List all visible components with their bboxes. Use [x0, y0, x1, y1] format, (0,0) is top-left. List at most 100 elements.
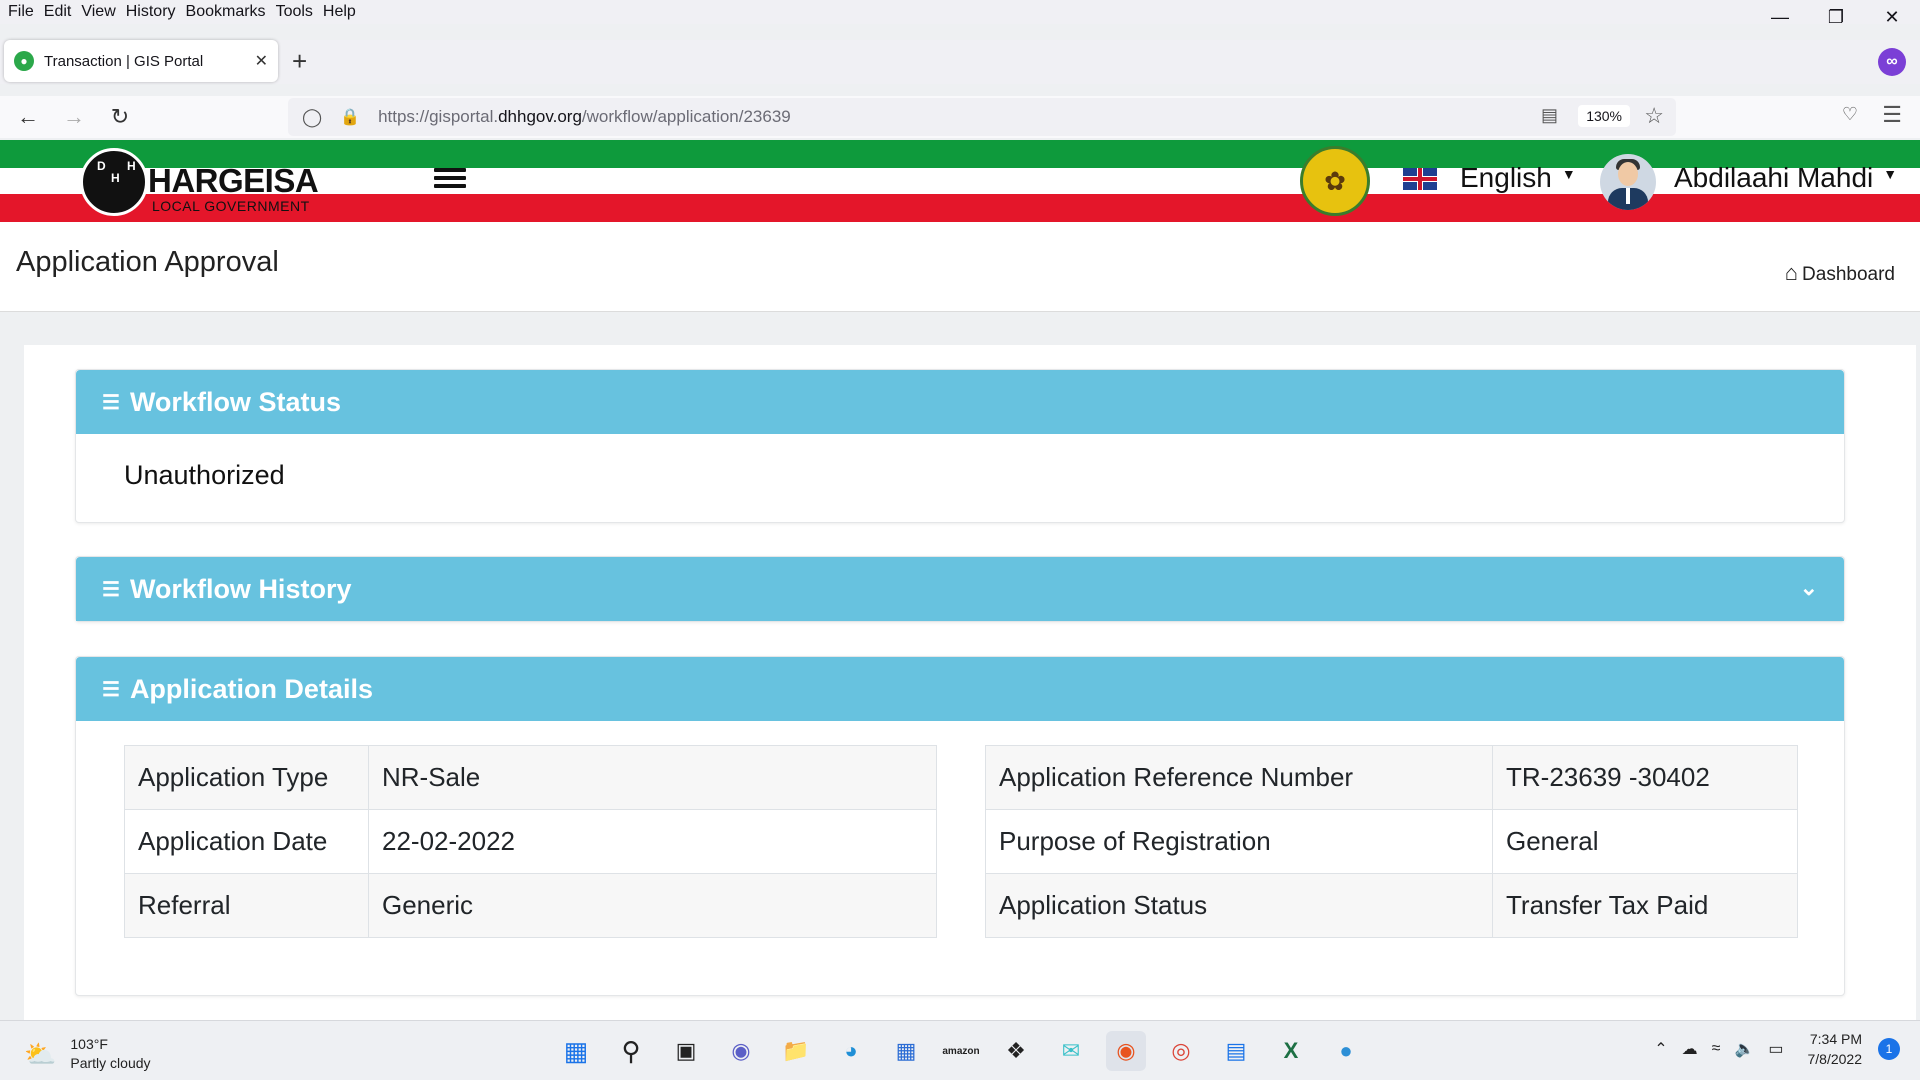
wifi-icon[interactable]: ≈ [1712, 1040, 1721, 1058]
reader-view-icon[interactable]: ▤ [1541, 105, 1558, 126]
workflow-status-header: ☰ Workflow Status [76, 370, 1844, 434]
table-row: Purpose of Registration General [985, 809, 1798, 874]
list-icon: ☰ [102, 391, 120, 414]
excel-icon[interactable]: X [1271, 1031, 1311, 1071]
file-explorer-icon[interactable]: 📁 [776, 1031, 816, 1071]
user-name: Abdilaahi Mahdi [1674, 162, 1874, 193]
detail-label: Application Status [985, 873, 1493, 938]
bookmark-star-icon[interactable]: ☆ [1644, 103, 1664, 129]
detail-label: Purpose of Registration [985, 809, 1493, 874]
browser-menu-icon[interactable]: ☰ [1882, 102, 1902, 128]
list-icon: ☰ [102, 678, 120, 701]
chat-icon[interactable]: ◉ [721, 1031, 761, 1071]
menu-history[interactable]: History [126, 3, 176, 21]
volume-icon[interactable]: 🔈 [1734, 1039, 1754, 1059]
shield-icon[interactable]: ◯ [302, 107, 322, 128]
mail-icon[interactable]: ✉ [1051, 1031, 1091, 1071]
url-host: dhhgov.org [498, 107, 582, 126]
workflow-status-card: ☰ Workflow Status Unauthorized [75, 369, 1845, 523]
detail-value: NR-Sale [368, 745, 937, 810]
store-icon[interactable]: ▦ [886, 1031, 926, 1071]
close-window-icon[interactable]: ✕ [1864, 0, 1920, 34]
notepad-icon[interactable]: ▤ [1216, 1031, 1256, 1071]
partly-cloudy-icon: ⛅ [24, 1038, 57, 1069]
site-header: D H H HARGEISA LOCAL GOVERNMENT ✿ Englis… [0, 140, 1920, 222]
detail-label: Application Type [124, 745, 369, 810]
caret-down-icon: ▼ [1561, 166, 1576, 182]
address-bar[interactable]: ◯ 🔒 https://gisportal. dhhgov.org/workflo… [288, 98, 1676, 136]
globe-app-icon[interactable]: ● [1326, 1031, 1366, 1071]
reload-icon[interactable]: ↻ [102, 99, 138, 135]
system-tray: ⌃ ☁ ≈ 🔈 ▭ 7:34 PM 7/8/2022 1 [1640, 1029, 1900, 1069]
lock-icon[interactable]: 🔒 [340, 107, 360, 127]
amazon-icon[interactable]: amazon [941, 1031, 981, 1071]
menu-bookmarks[interactable]: Bookmarks [186, 3, 266, 21]
detail-value: Transfer Tax Paid [1492, 873, 1798, 938]
chrome-icon[interactable]: ◎ [1161, 1031, 1201, 1071]
restore-icon[interactable]: ❐ [1808, 0, 1864, 34]
main-content: ☰ Workflow Status Unauthorized ☰ Workflo… [24, 345, 1916, 1025]
table-row: Application Type NR-Sale [124, 745, 937, 810]
task-view-icon[interactable]: ▣ [666, 1031, 706, 1071]
details-table-right: Application Reference Number TR-23639 -3… [985, 745, 1798, 938]
pocket-icon[interactable]: ♡ [1842, 104, 1858, 125]
back-icon[interactable]: ← [10, 99, 46, 135]
logo-name: HARGEISA [148, 162, 319, 199]
close-tab-icon[interactable]: ✕ [255, 51, 268, 71]
government-seal-icon: ✿ [1300, 146, 1370, 216]
logo-emblem-icon: D H H [80, 148, 148, 216]
notification-badge[interactable]: 1 [1878, 1038, 1900, 1060]
weather-widget[interactable]: ⛅ 103°F Partly cloudy [24, 1035, 151, 1073]
workflow-history-header[interactable]: ☰ Workflow History ⌄ [76, 557, 1844, 621]
clock-date: 7/8/2022 [1807, 1051, 1863, 1067]
page-header: Application Approval ⌂ Dashboard [0, 222, 1920, 312]
workflow-status-value: Unauthorized [124, 460, 285, 490]
avatar[interactable] [1600, 154, 1656, 210]
clock[interactable]: 7:34 PM 7/8/2022 [1808, 1029, 1863, 1069]
user-menu[interactable]: Abdilaahi Mahdi ▼ [1674, 162, 1897, 194]
menu-view[interactable]: View [81, 3, 115, 21]
breadcrumb-dashboard[interactable]: ⌂ Dashboard [1785, 260, 1895, 286]
detail-label: Application Date [124, 809, 369, 874]
language-label: English [1460, 162, 1552, 193]
weather-condition: Partly cloudy [70, 1055, 151, 1071]
tab-transaction[interactable]: ● Transaction | GIS Portal ✕ [4, 40, 278, 82]
zoom-level[interactable]: 130% [1578, 105, 1630, 127]
edge-browser-icon[interactable]: ◕ [831, 1031, 871, 1071]
table-row: Application Date 22-02-2022 [124, 809, 937, 874]
detail-value: TR-23639 -30402 [1492, 745, 1798, 810]
new-tab-icon[interactable]: + [292, 46, 307, 77]
extension-icon[interactable]: ∞ [1878, 48, 1906, 76]
search-icon[interactable]: ⚲ [611, 1031, 651, 1071]
workflow-history-title: Workflow History [129, 573, 352, 604]
detail-value: General [1492, 809, 1798, 874]
minimize-icon[interactable]: — [1752, 0, 1808, 34]
battery-icon[interactable]: ▭ [1768, 1039, 1783, 1059]
sidebar-toggle-icon[interactable] [434, 168, 466, 190]
language-selector[interactable]: English ▼ [1460, 162, 1576, 194]
uk-flag-icon[interactable] [1403, 168, 1437, 190]
menu-edit[interactable]: Edit [44, 3, 72, 21]
menu-file[interactable]: File [8, 3, 34, 21]
tab-title: Transaction | GIS Portal [44, 52, 204, 70]
workflow-status-title: Workflow Status [129, 386, 341, 417]
cloud-icon[interactable]: ☁ [1682, 1039, 1698, 1059]
chevron-up-icon[interactable]: ⌃ [1654, 1039, 1667, 1059]
browser-menubar: File Edit View History Bookmarks Tools H… [0, 0, 1920, 24]
forward-icon[interactable]: → [56, 99, 92, 135]
workflow-history-card: ☰ Workflow History ⌄ [75, 556, 1845, 622]
chevron-down-icon[interactable]: ⌄ [1800, 575, 1818, 601]
caret-down-icon: ▼ [1883, 166, 1898, 182]
details-table-left: Application Type NR-Sale Application Dat… [124, 745, 937, 938]
site-logo[interactable]: D H H HARGEISA LOCAL GOVERNMENT [80, 148, 410, 216]
firefox-icon[interactable]: ◉ [1106, 1031, 1146, 1071]
table-row: Referral Generic [124, 873, 937, 938]
table-row: Application Status Transfer Tax Paid [985, 873, 1798, 938]
url-path: /workflow/application/23639 [581, 107, 791, 126]
menu-tools[interactable]: Tools [276, 3, 313, 21]
menu-help[interactable]: Help [323, 3, 356, 21]
window-controls: — ❐ ✕ [1752, 0, 1920, 34]
windows-start-icon[interactable]: ▦ [556, 1031, 596, 1071]
detail-value: 22-02-2022 [368, 809, 937, 874]
dropbox-icon[interactable]: ❖ [996, 1031, 1036, 1071]
